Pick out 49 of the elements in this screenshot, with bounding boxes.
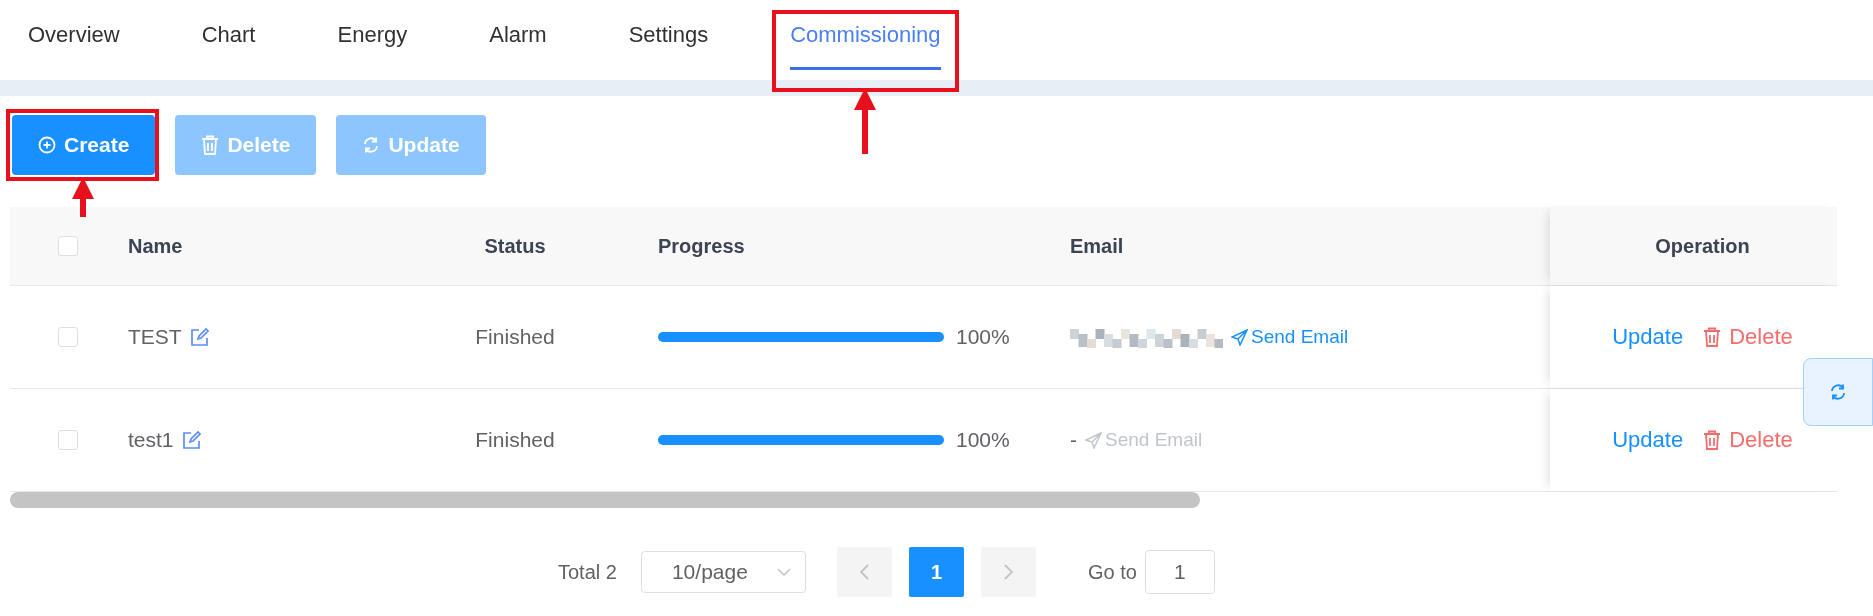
delete-link[interactable]: Delete [1703, 324, 1793, 350]
refresh-button[interactable] [1803, 358, 1873, 426]
tab[interactable]: Alarm [489, 0, 547, 70]
send-email-link[interactable]: Send Email [1231, 326, 1349, 348]
column-header: Operation [1655, 234, 1750, 258]
send-icon [1085, 431, 1102, 449]
prev-page-button[interactable] [836, 547, 892, 597]
email-text: - [1070, 428, 1077, 452]
goto-label: Go to [1087, 560, 1137, 584]
chevron-down-icon [776, 568, 791, 576]
column-header: Progress [658, 234, 745, 258]
chevron-left-icon [859, 564, 869, 580]
chevron-right-icon [1003, 564, 1013, 580]
status-text: Finished [475, 428, 555, 452]
tab[interactable]: Commissioning [790, 0, 941, 70]
checkbox[interactable] [58, 327, 78, 347]
column-header: Email [1070, 234, 1124, 258]
page-number[interactable]: 1 [908, 547, 964, 597]
tab[interactable]: Settings [628, 0, 709, 70]
edit-icon[interactable] [181, 430, 201, 450]
delete-link[interactable]: Delete [1703, 427, 1793, 453]
update-link[interactable]: Update [1612, 324, 1684, 350]
column-header: Status [484, 234, 546, 258]
send-icon [1231, 328, 1248, 346]
name-text: test1 [128, 428, 174, 452]
tab[interactable]: Chart [201, 0, 256, 70]
tab[interactable]: Energy [337, 0, 408, 70]
update-link[interactable]: Update [1612, 427, 1684, 453]
trash-icon [201, 135, 220, 155]
plus-circle-icon [38, 136, 56, 154]
progress-reading: 100% [956, 325, 1010, 349]
refresh-icon [1829, 383, 1847, 401]
edit-icon[interactable] [189, 327, 209, 347]
trash-icon [1703, 327, 1722, 347]
trash-icon [1703, 430, 1722, 450]
next-page-button[interactable] [980, 547, 1036, 597]
checkbox[interactable] [58, 430, 78, 450]
goto-page-field[interactable]: 1 [1144, 550, 1215, 594]
page-size-select[interactable]: 10/page [640, 551, 806, 593]
refresh-icon [362, 136, 381, 154]
status-text: Finished [475, 325, 555, 349]
total-count: Total 2 [558, 560, 617, 584]
scrollbar-thumb[interactable] [10, 492, 1200, 508]
create-button[interactable]: Create [12, 115, 156, 175]
column-header: Name [128, 234, 183, 258]
tab[interactable]: Overview [28, 0, 120, 70]
progress-reading: 100% [956, 428, 1010, 452]
name-text: TEST [128, 325, 182, 349]
checkbox[interactable] [58, 236, 78, 256]
